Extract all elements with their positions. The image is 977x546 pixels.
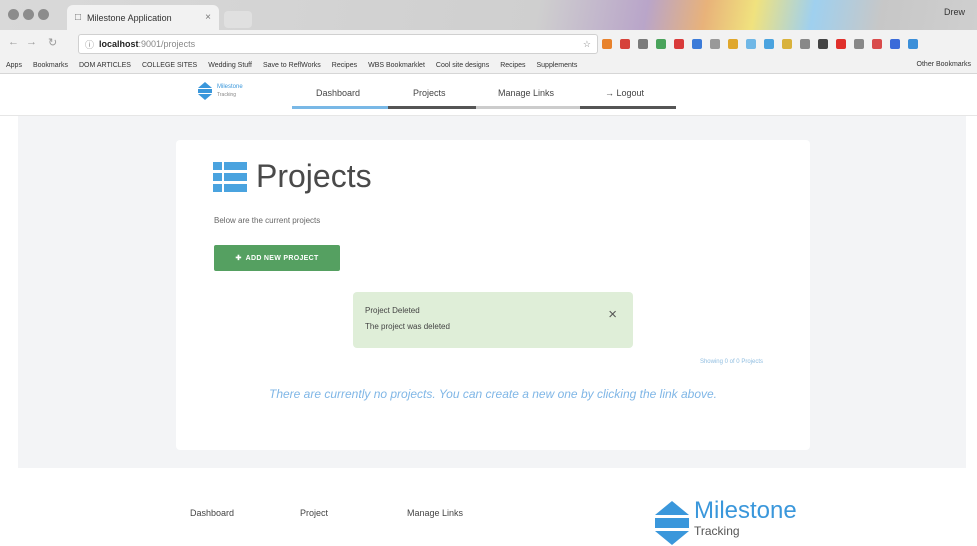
browser-tab[interactable]: □ Milestone Application × bbox=[67, 5, 219, 30]
extension-icon[interactable] bbox=[908, 39, 918, 49]
alert-title: Project Deleted bbox=[365, 306, 420, 315]
nav-underline-projects bbox=[388, 106, 476, 109]
browser-toolbar: ← → ↻ ⓘ localhost :9001/projects ☆ bbox=[0, 30, 977, 58]
logout-label: Logout bbox=[616, 88, 645, 98]
browser-titlebar: □ Milestone Application × Drew bbox=[0, 0, 977, 30]
app-navbar: Milestone Tracking Dashboard Projects Ma… bbox=[0, 74, 977, 116]
forward-icon[interactable]: → bbox=[26, 36, 37, 48]
bookmark-item[interactable]: Recipes bbox=[500, 62, 525, 69]
milestone-logo-icon bbox=[655, 501, 689, 545]
bookmark-item[interactable]: WBS Bookmarklet bbox=[368, 62, 425, 69]
extension-icon[interactable] bbox=[872, 39, 882, 49]
brand-line2: Tracking bbox=[217, 92, 236, 98]
nav-logout[interactable]: → Logout bbox=[605, 88, 644, 98]
extension-icon[interactable] bbox=[782, 39, 792, 49]
tab-title: Milestone Application bbox=[87, 12, 172, 23]
new-tab-button[interactable] bbox=[224, 11, 252, 28]
address-bar[interactable]: ⓘ localhost :9001/projects ☆ bbox=[78, 34, 598, 54]
extension-icon[interactable] bbox=[674, 39, 684, 49]
page-footer: Dashboard Project Manage Links Milestone… bbox=[0, 468, 977, 546]
bookmark-item[interactable]: COLLEGE SITES bbox=[142, 62, 197, 69]
bookmark-item[interactable]: Save to ReflWorks bbox=[263, 62, 321, 69]
url-host: localhost bbox=[99, 39, 139, 49]
page-subtitle: Below are the current projects bbox=[214, 216, 321, 225]
add-new-project-button[interactable]: ✚ ADD NEW PROJECT bbox=[214, 245, 340, 271]
extension-icon[interactable] bbox=[692, 39, 702, 49]
extension-icon[interactable] bbox=[728, 39, 738, 49]
extension-icon[interactable] bbox=[620, 39, 630, 49]
extension-icon[interactable] bbox=[854, 39, 864, 49]
nav-manage-links[interactable]: Manage Links bbox=[498, 88, 554, 98]
footer-link-project[interactable]: Project bbox=[300, 508, 328, 518]
close-window-button[interactable] bbox=[8, 9, 19, 20]
page-info-icon[interactable]: ⓘ bbox=[85, 38, 94, 51]
extension-icon[interactable] bbox=[800, 39, 810, 49]
footer-link-dashboard[interactable]: Dashboard bbox=[190, 508, 234, 518]
projects-card: Projects Below are the current projects … bbox=[176, 140, 810, 450]
nav-underline-manage-links bbox=[476, 106, 580, 109]
extension-icon[interactable] bbox=[638, 39, 648, 49]
extension-icon[interactable] bbox=[710, 39, 720, 49]
nav-dashboard[interactable]: Dashboard bbox=[316, 88, 360, 98]
back-icon[interactable]: ← bbox=[8, 36, 19, 48]
extension-icon[interactable] bbox=[836, 39, 846, 49]
empty-state-message: There are currently no projects. You can… bbox=[268, 387, 718, 401]
milestone-logo-icon bbox=[198, 82, 212, 100]
bookmark-item[interactable]: Cool site designs bbox=[436, 62, 489, 69]
logout-icon: → bbox=[605, 88, 614, 98]
bookmarks-bar: Apps Bookmarks DOM ARTICLES COLLEGE SITES We… bbox=[0, 58, 977, 74]
footer-logo-line2: Tracking bbox=[694, 524, 740, 538]
extension-icons bbox=[602, 39, 918, 49]
add-new-project-label: ADD NEW PROJECT bbox=[245, 254, 319, 262]
extension-icon[interactable] bbox=[818, 39, 828, 49]
extension-icon[interactable] bbox=[890, 39, 900, 49]
nav-projects[interactable]: Projects bbox=[413, 88, 446, 98]
success-alert: Project Deleted The project was deleted … bbox=[353, 292, 633, 348]
maximize-window-button[interactable] bbox=[38, 9, 49, 20]
footer-link-manage-links[interactable]: Manage Links bbox=[407, 508, 463, 518]
extension-icon[interactable] bbox=[764, 39, 774, 49]
plus-icon: ✚ bbox=[235, 255, 242, 262]
bookmark-item[interactable]: DOM ARTICLES bbox=[79, 62, 131, 69]
footer-logo-line1: Milestone bbox=[694, 497, 797, 524]
bookmark-item[interactable]: Apps bbox=[6, 62, 22, 69]
close-icon[interactable]: × bbox=[608, 306, 617, 323]
brand-line1: Milestone bbox=[217, 84, 243, 90]
reload-icon[interactable]: ↻ bbox=[48, 36, 57, 49]
main-content: Projects Below are the current projects … bbox=[18, 116, 966, 468]
extension-icon[interactable] bbox=[746, 39, 756, 49]
showing-count-link[interactable]: Showing 0 of 0 Projects bbox=[700, 359, 763, 365]
bookmark-star-icon[interactable]: ☆ bbox=[583, 39, 591, 50]
nav-underline-logout bbox=[580, 106, 676, 109]
extension-icon[interactable] bbox=[602, 39, 612, 49]
list-icon bbox=[213, 162, 247, 192]
tab-close-icon[interactable]: × bbox=[205, 12, 211, 23]
brand-logo[interactable]: Milestone Tracking bbox=[198, 82, 243, 100]
footer-logo[interactable]: Milestone Tracking bbox=[655, 498, 797, 545]
bookmark-item[interactable]: Supplements bbox=[537, 62, 578, 69]
minimize-window-button[interactable] bbox=[23, 9, 34, 20]
extension-icon[interactable] bbox=[656, 39, 666, 49]
bookmark-item[interactable]: Bookmarks bbox=[33, 62, 68, 69]
bookmark-item[interactable]: Recipes bbox=[332, 62, 357, 69]
nav-underline-dashboard bbox=[292, 106, 388, 109]
other-bookmarks[interactable]: Other Bookmarks bbox=[917, 61, 971, 68]
profile-name[interactable]: Drew bbox=[944, 7, 965, 17]
bookmark-item[interactable]: Wedding Stuff bbox=[208, 62, 252, 69]
page-title: Projects bbox=[256, 158, 372, 194]
page-icon: □ bbox=[75, 12, 82, 23]
alert-message: The project was deleted bbox=[365, 322, 450, 331]
url-path: :9001/projects bbox=[138, 39, 196, 49]
